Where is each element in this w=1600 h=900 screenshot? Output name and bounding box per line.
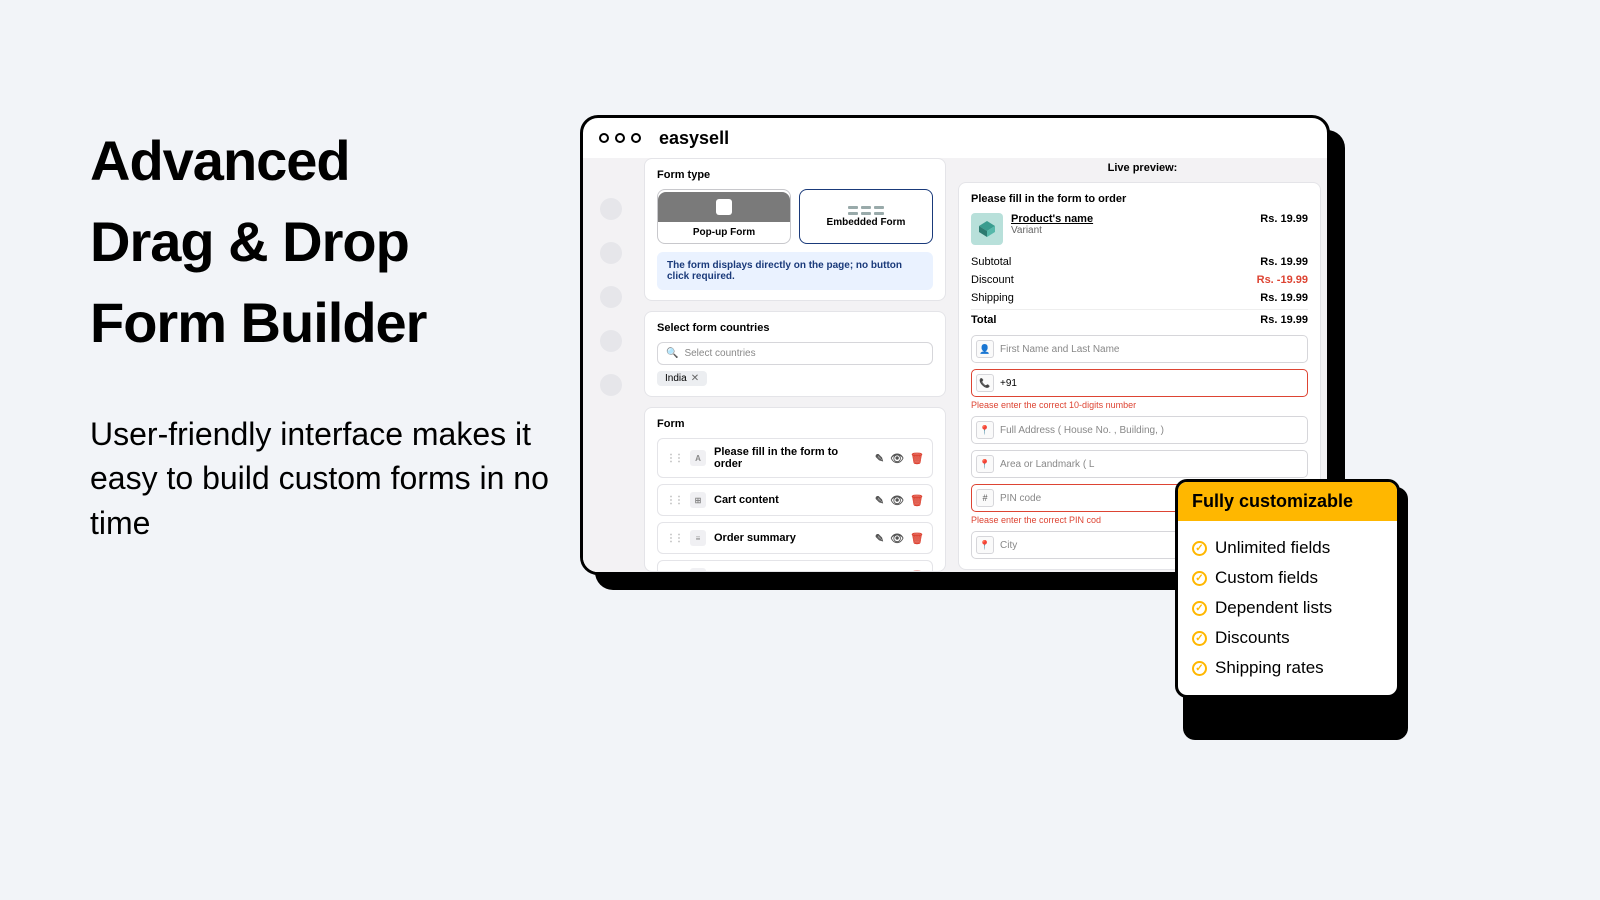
brand-logo: easysell	[659, 128, 729, 149]
drag-handle-icon[interactable]: ⋮⋮	[666, 453, 682, 464]
close-icon[interactable]: ✕	[691, 373, 699, 384]
drag-handle-icon[interactable]: ⋮⋮	[666, 495, 682, 506]
form-type-label: Form type	[657, 169, 933, 181]
delete-icon[interactable]: 🗑	[910, 570, 924, 573]
country-chip[interactable]: India ✕	[657, 371, 707, 386]
drag-handle-icon[interactable]: ⋮⋮	[666, 533, 682, 544]
callout-item: ✓Unlimited fields	[1192, 533, 1383, 563]
sidebar-item[interactable]	[600, 242, 622, 264]
delete-icon[interactable]: 🗑	[910, 452, 924, 465]
drag-handle-icon[interactable]: ⋮⋮	[666, 571, 682, 573]
address-field[interactable]: 📍 Full Address ( House No. , Building, )	[971, 416, 1308, 444]
field-type-icon: ⊞	[690, 492, 706, 508]
callout-item: ✓Dependent lists	[1192, 593, 1383, 623]
sidebar-item[interactable]	[600, 374, 622, 396]
product-variant: Variant	[1011, 225, 1252, 236]
sidebar-item[interactable]	[600, 198, 622, 220]
field-type-icon: A	[690, 450, 706, 466]
user-icon: 👤	[976, 340, 994, 358]
check-icon: ✓	[1192, 571, 1207, 586]
form-field-item[interactable]: ⋮⋮ ≡ Order summary ✎ 👁 🗑	[657, 522, 933, 554]
hero-subtitle: User-friendly interface makes it easy to…	[90, 412, 550, 546]
field-label: Order summary	[714, 532, 867, 544]
phone-icon: 📞	[976, 374, 994, 392]
product-name[interactable]: Product's name	[1011, 213, 1252, 225]
sidebar	[583, 158, 638, 572]
product-price: Rs. 19.99	[1260, 213, 1308, 225]
preview-header: Live preview:	[958, 158, 1327, 182]
field-type-icon: ≡	[690, 530, 706, 546]
field-label: Cart content	[714, 494, 867, 506]
form-section-label: Form	[657, 418, 933, 430]
hero-title: Advanced Drag & Drop Form Builder	[90, 120, 550, 364]
callout-item: ✓Discounts	[1192, 623, 1383, 653]
field-type-icon: 👤	[690, 568, 706, 572]
area-field[interactable]: 📍 Area or Landmark ( L	[971, 450, 1308, 478]
callout-item: ✓Custom fields	[1192, 563, 1383, 593]
form-field-item[interactable]: ⋮⋮ A Please fill in the form to order ✎ 👁 🗑	[657, 438, 933, 478]
visibility-icon[interactable]: 👁	[890, 570, 904, 573]
callout-item: ✓Shipping rates	[1192, 653, 1383, 683]
edit-icon[interactable]: ✎	[875, 532, 884, 545]
check-icon: ✓	[1192, 661, 1207, 676]
form-type-card: Form type Pop-up Form Embedded Form The …	[644, 158, 946, 301]
form-field-item[interactable]: ⋮⋮ ⊞ Cart content ✎ 👁 🗑	[657, 484, 933, 516]
callout-title: Fully customizable	[1178, 482, 1397, 521]
location-icon: 📍	[976, 536, 994, 554]
field-label: Please fill in the form to order	[714, 446, 867, 470]
location-icon: 📍	[976, 455, 994, 473]
popup-form-option[interactable]: Pop-up Form	[657, 189, 791, 244]
name-field[interactable]: 👤 First Name and Last Name	[971, 335, 1308, 363]
visibility-icon[interactable]: 👁	[890, 494, 904, 507]
embedded-form-option[interactable]: Embedded Form	[799, 189, 933, 244]
sidebar-item[interactable]	[600, 286, 622, 308]
preview-title: Please fill in the form to order	[971, 193, 1308, 205]
visibility-icon[interactable]: 👁	[890, 532, 904, 545]
form-fields-card: Form ⋮⋮ A Please fill in the form to order…	[644, 407, 946, 572]
check-icon: ✓	[1192, 541, 1207, 556]
countries-card: Select form countries 🔍 Select countries…	[644, 311, 946, 397]
callout-box: Fully customizable ✓Unlimited fields✓Cus…	[1175, 479, 1400, 698]
edit-icon[interactable]: ✎	[875, 570, 884, 573]
edit-icon[interactable]: ✎	[875, 494, 884, 507]
check-icon: ✓	[1192, 631, 1207, 646]
delete-icon[interactable]: 🗑	[910, 494, 924, 507]
window-controls[interactable]	[599, 133, 641, 143]
sidebar-item[interactable]	[600, 330, 622, 352]
form-type-info: The form displays directly on the page; …	[657, 252, 933, 290]
field-label: Last Name	[714, 570, 867, 572]
form-field-item[interactable]: ⋮⋮ 👤 Last Name ✎ 👁 🗑	[657, 560, 933, 572]
visibility-icon[interactable]: 👁	[890, 452, 904, 465]
phone-error: Please enter the correct 10-digits numbe…	[971, 400, 1308, 410]
hash-icon: #	[976, 489, 994, 507]
delete-icon[interactable]: 🗑	[910, 532, 924, 545]
phone-field[interactable]: 📞 +91	[971, 369, 1308, 397]
countries-label: Select form countries	[657, 322, 933, 334]
edit-icon[interactable]: ✎	[875, 452, 884, 465]
countries-input[interactable]: 🔍 Select countries	[657, 342, 933, 365]
product-image	[971, 213, 1003, 245]
check-icon: ✓	[1192, 601, 1207, 616]
search-icon: 🔍	[666, 348, 678, 359]
location-icon: 📍	[976, 421, 994, 439]
